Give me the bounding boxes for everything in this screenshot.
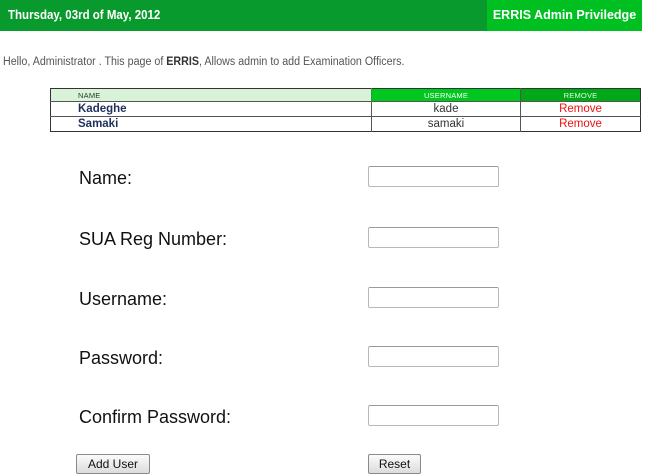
officer-name: Samaki: [50, 116, 372, 132]
officer-username: kade: [371, 101, 521, 117]
officer-name: Kadeghe: [50, 101, 372, 117]
officer-username: samaki: [371, 116, 521, 132]
name-label: Name:: [79, 168, 133, 188]
username-label: Username:: [79, 289, 168, 309]
date-label: Thursday, 03rd of May, 2012: [8, 8, 161, 22]
greeting-text: Hello, Administrator . This page of ERRI…: [3, 56, 404, 68]
name-input[interactable]: [368, 166, 499, 187]
greeting-suffix: , Allows admin to add Examination Office…: [198, 56, 405, 68]
table-row: Samaki samaki Remove: [50, 116, 641, 132]
remove-link[interactable]: Remove: [520, 116, 641, 132]
confirm-password-label: Confirm Password:: [79, 407, 232, 427]
reg-number-label: SUA Reg Number:: [79, 229, 228, 249]
column-header-remove: REMOVE: [520, 88, 641, 102]
reg-number-input[interactable]: [368, 227, 499, 248]
header-bar: Thursday, 03rd of May, 2012 ERRIS Admin …: [0, 0, 642, 31]
privilege-badge: ERRIS Admin Priviledge: [487, 0, 642, 31]
column-header-username: USERNAME: [371, 88, 521, 102]
greeting-prefix: Hello, Administrator . This page of: [3, 56, 167, 68]
column-header-name: NAME: [50, 88, 372, 102]
app-name: ERRIS: [166, 56, 199, 68]
reset-button[interactable]: Reset: [368, 454, 421, 474]
password-label: Password:: [79, 348, 164, 368]
add-user-button[interactable]: Add User: [76, 454, 150, 474]
confirm-password-input[interactable]: [368, 405, 499, 426]
password-input[interactable]: [368, 346, 499, 367]
remove-link[interactable]: Remove: [520, 101, 641, 117]
table-row: Kadeghe kade Remove: [50, 101, 641, 117]
officers-table: NAME USERNAME REMOVE Kadeghe kade Remove…: [50, 88, 641, 132]
table-header-row: NAME USERNAME REMOVE: [50, 88, 641, 102]
username-input[interactable]: [368, 287, 499, 308]
